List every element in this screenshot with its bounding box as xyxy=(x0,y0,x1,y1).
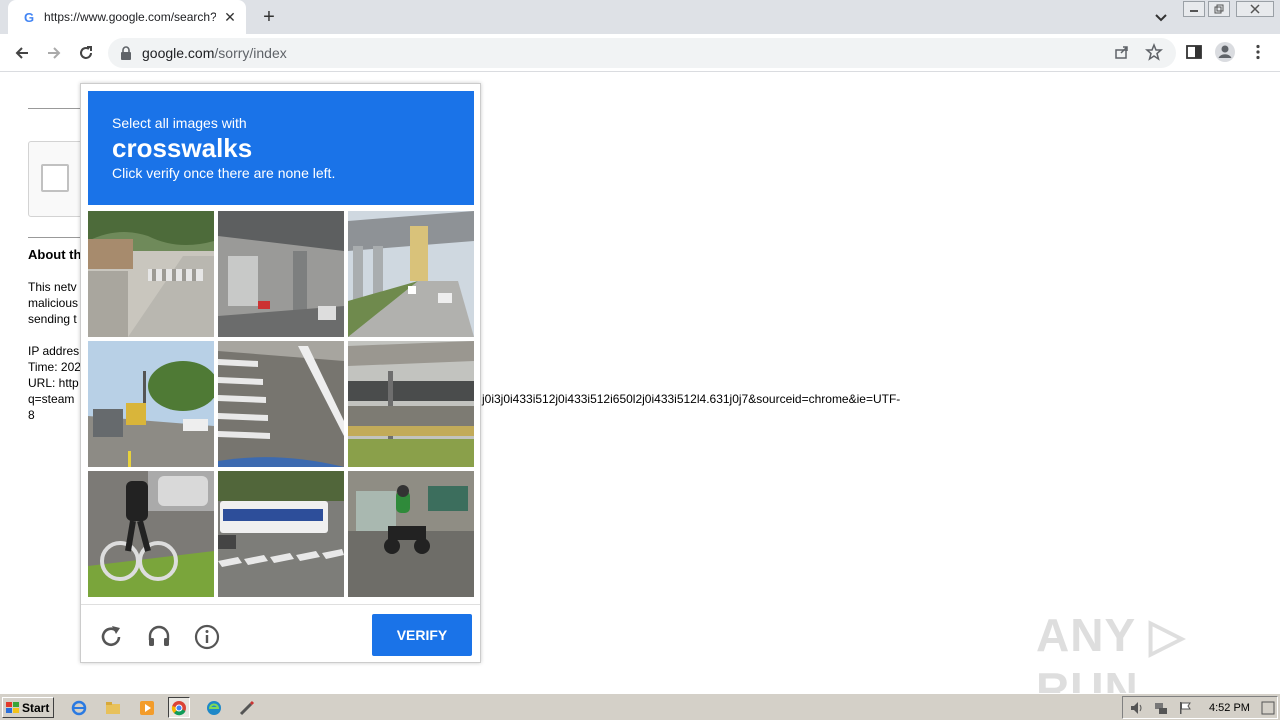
url-text: google.com/sorry/index xyxy=(142,45,287,61)
side-panel-icon[interactable] xyxy=(1183,41,1205,63)
image-tile[interactable] xyxy=(88,211,214,337)
action-center-flag-icon[interactable] xyxy=(1177,700,1193,721)
close-window-button[interactable] xyxy=(1236,1,1274,17)
recaptcha-checkbox[interactable] xyxy=(41,164,69,192)
internet-explorer-icon[interactable] xyxy=(68,697,90,718)
show-desktop-icon[interactable] xyxy=(1261,700,1275,721)
challenge-target: crosswalks xyxy=(112,133,253,163)
challenge-footer: VERIFY xyxy=(81,604,480,662)
start-button[interactable]: Start xyxy=(2,697,54,718)
tab-strip: G https://www.google.com/search?q= ✕ + xyxy=(0,0,1280,34)
volume-icon[interactable] xyxy=(1129,700,1145,721)
image-tile[interactable] xyxy=(348,471,474,597)
audio-challenge-headphones-icon[interactable] xyxy=(145,623,173,651)
browser-toolbar: google.com/sorry/index xyxy=(0,34,1280,72)
info-line: Time: 202 xyxy=(28,360,81,374)
pen-tool-icon[interactable] xyxy=(236,697,258,718)
browser-tab[interactable]: G https://www.google.com/search?q= ✕ xyxy=(8,0,246,34)
windows-taskbar: Start 4:52 PM xyxy=(0,693,1280,720)
network-icon[interactable] xyxy=(1153,700,1169,721)
info-line: This netv xyxy=(28,280,77,294)
info-line: URL: http xyxy=(28,376,79,390)
divider xyxy=(28,237,80,238)
forward-button[interactable] xyxy=(42,41,66,65)
clock: 4:52 PM xyxy=(1209,702,1250,714)
recaptcha-checkbox-widget xyxy=(28,141,88,217)
windows-flag-icon xyxy=(6,701,19,713)
image-tile[interactable] xyxy=(348,211,474,337)
chrome-icon[interactable] xyxy=(168,697,190,718)
image-tile[interactable] xyxy=(218,341,344,467)
info-line: IP addres xyxy=(28,344,80,358)
start-label: Start xyxy=(22,700,50,715)
back-button[interactable] xyxy=(10,41,34,65)
divider xyxy=(28,108,80,109)
info-line: malicious xyxy=(28,296,79,310)
challenge-header: Select all images with crosswalks Click … xyxy=(88,91,474,205)
url-host: google.com xyxy=(142,45,215,61)
media-player-icon[interactable] xyxy=(136,697,158,718)
url-text-tail: j0i3j0i433i512j0i433i512i650l2j0i433i512… xyxy=(482,392,901,406)
tab-title: https://www.google.com/search?q= xyxy=(44,10,216,24)
minimize-button[interactable] xyxy=(1183,1,1205,17)
image-grid xyxy=(88,211,474,597)
reload-challenge-icon[interactable] xyxy=(97,623,125,651)
url-text-tail: 8 xyxy=(28,408,35,422)
url-path: /sorry/index xyxy=(214,45,287,61)
address-bar[interactable]: google.com/sorry/index xyxy=(108,38,1176,68)
challenge-instruction: Select all images with xyxy=(112,115,247,131)
info-line: sending t xyxy=(28,312,77,326)
reload-button[interactable] xyxy=(74,41,98,65)
menu-kebab-icon[interactable] xyxy=(1247,41,1269,63)
profile-avatar-icon[interactable] xyxy=(1214,41,1236,63)
bookmark-star-icon[interactable] xyxy=(1143,41,1165,63)
share-icon[interactable] xyxy=(1111,41,1133,63)
tab-close-icon[interactable]: ✕ xyxy=(222,9,238,25)
image-tile[interactable] xyxy=(348,341,474,467)
challenge-subtext: Click verify once there are none left. xyxy=(112,165,336,181)
verify-button[interactable]: VERIFY xyxy=(372,614,472,656)
image-tile[interactable] xyxy=(218,211,344,337)
image-tile[interactable] xyxy=(88,341,214,467)
image-tile[interactable] xyxy=(88,471,214,597)
image-tile[interactable] xyxy=(218,471,344,597)
restore-button[interactable] xyxy=(1208,1,1230,17)
about-heading: About th xyxy=(28,247,82,262)
info-line: q=steam xyxy=(28,392,75,406)
new-tab-button[interactable]: + xyxy=(258,6,280,28)
lock-icon[interactable] xyxy=(120,46,132,60)
google-favicon-icon: G xyxy=(23,9,35,25)
edge-icon[interactable] xyxy=(203,697,225,718)
file-explorer-icon[interactable] xyxy=(102,697,124,718)
tab-search-chevron-icon[interactable] xyxy=(1152,8,1170,26)
info-icon[interactable] xyxy=(193,623,221,651)
recaptcha-challenge-dialog: Select all images with crosswalks Click … xyxy=(80,83,481,663)
system-tray: 4:52 PM xyxy=(1122,696,1278,719)
